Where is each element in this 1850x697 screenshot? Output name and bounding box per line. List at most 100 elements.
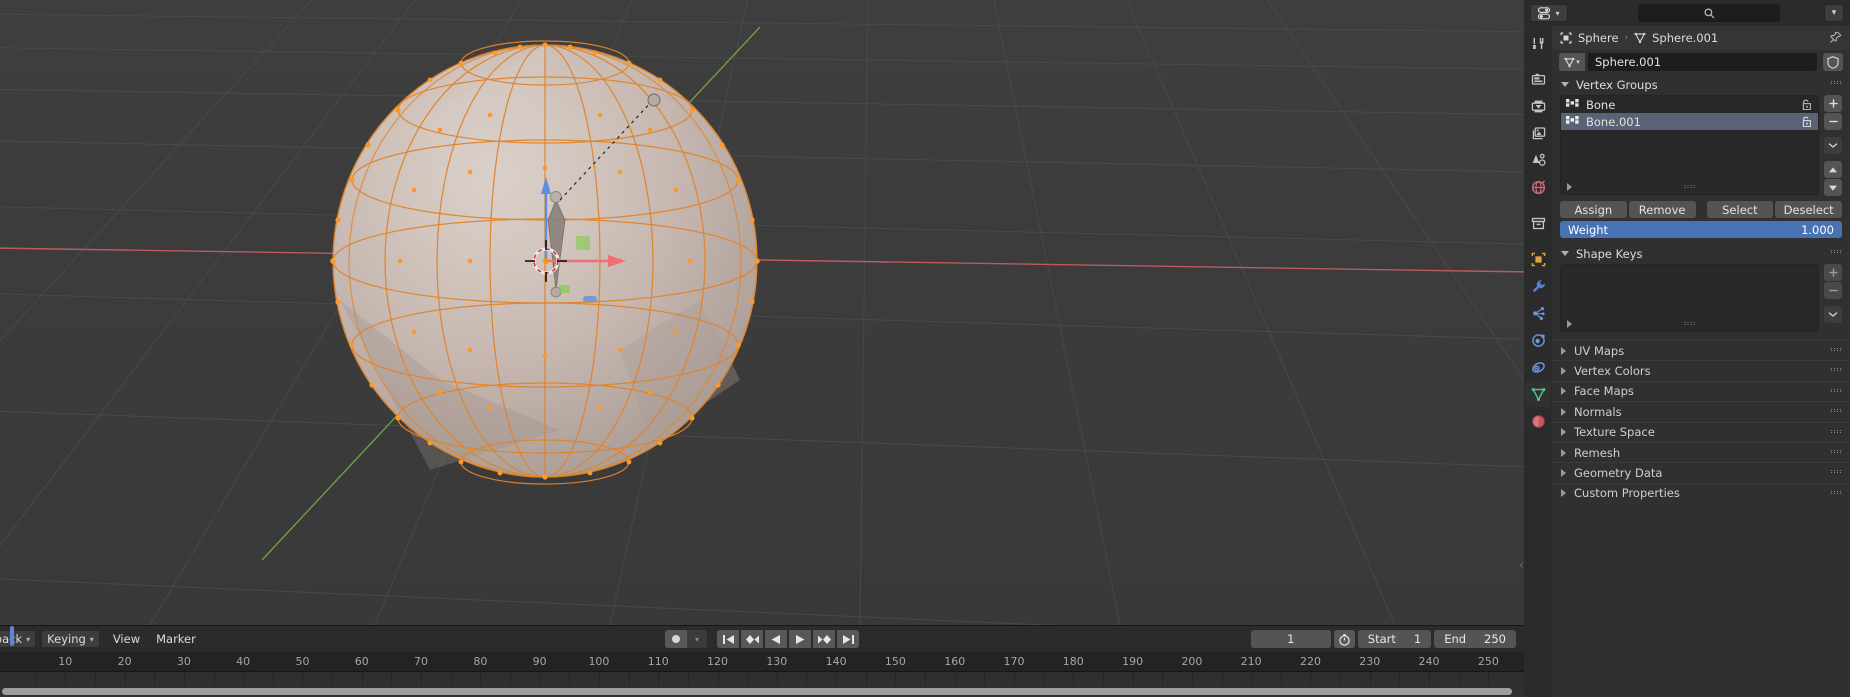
record-dot-icon[interactable]	[665, 630, 687, 648]
panel-header-geometry-data[interactable]: Geometry Data	[1552, 462, 1850, 482]
menu-marker[interactable]: Marker	[148, 632, 204, 646]
plus-icon	[1828, 268, 1838, 277]
triangle-right-icon[interactable]	[1567, 183, 1572, 191]
properties-editor: ▾ ▾ Sphere › Sphere.001 ▾ Sphere.001 Ver…	[1524, 0, 1850, 697]
triangle-down-icon	[1561, 82, 1569, 87]
timeline-playhead[interactable]	[9, 626, 14, 646]
panel-header-normals[interactable]: Normals	[1552, 401, 1850, 421]
vertex-group-row-1[interactable]: Bone.001	[1561, 113, 1818, 130]
vertex-group-icon	[1566, 98, 1579, 107]
timeline-gridline	[65, 672, 67, 686]
remove-button[interactable]: Remove	[1628, 201, 1696, 218]
timeline-gridline	[302, 672, 304, 686]
shape-key-specials-button[interactable]	[1824, 306, 1842, 323]
datablock-type-button[interactable]: ▾	[1559, 53, 1585, 71]
ruler-tick-label: 150	[884, 655, 906, 668]
panel-header-vertex-colors[interactable]: Vertex Colors	[1552, 360, 1850, 380]
vertex-group-row-0[interactable]: Bone	[1561, 96, 1818, 113]
properties-options-dropdown[interactable]: ▾	[1824, 4, 1844, 22]
triangle-right-icon[interactable]	[1567, 320, 1572, 328]
jump-to-end-button[interactable]	[837, 630, 859, 648]
panel-header-remesh[interactable]: Remesh	[1552, 441, 1850, 462]
shape-keys-side-buttons	[1824, 264, 1842, 332]
tab-tool[interactable]	[1525, 30, 1551, 56]
resize-grip-icon[interactable]	[1684, 322, 1695, 323]
assign-button[interactable]: Assign	[1560, 201, 1627, 218]
jump-to-prev-keyframe-button[interactable]	[741, 630, 763, 648]
viewport-3d[interactable]	[0, 0, 1524, 625]
move-vertex-group-down-button[interactable]	[1824, 179, 1842, 196]
tab-view-layer[interactable]	[1525, 120, 1551, 146]
jump-to-start-button[interactable]	[717, 630, 739, 648]
current-frame-field[interactable]: 1	[1250, 630, 1331, 648]
panel-header-vertex-groups[interactable]: Vertex Groups	[1552, 74, 1850, 95]
use-preview-range-icon[interactable]	[1333, 630, 1355, 648]
timeline-gridline	[1458, 672, 1460, 686]
timeline-track-area[interactable]	[0, 672, 1524, 686]
jump-to-next-keyframe-button[interactable]	[813, 630, 835, 648]
tab-material[interactable]	[1525, 408, 1551, 434]
start-frame-field[interactable]: Start 1	[1357, 630, 1432, 648]
shape-keys-list[interactable]	[1560, 264, 1819, 332]
panel-title: Vertex Colors	[1574, 364, 1651, 379]
breadcrumb-object[interactable]: Sphere	[1578, 31, 1619, 45]
tab-physics[interactable]	[1525, 327, 1551, 353]
timeline-gridline	[154, 672, 156, 686]
panel-header-uv-maps[interactable]: UV Maps	[1552, 340, 1850, 360]
remove-vertex-group-button[interactable]	[1824, 113, 1842, 130]
menu-view[interactable]: View	[105, 632, 148, 646]
search-input[interactable]	[1638, 4, 1780, 22]
weight-slider[interactable]: Weight 1.000	[1560, 221, 1842, 238]
datablock-name-input[interactable]: Sphere.001	[1588, 53, 1817, 71]
tab-render[interactable]	[1525, 66, 1551, 92]
fake-user-shield-icon[interactable]	[1823, 53, 1843, 71]
sphere-mesh-object[interactable]	[0, 0, 1524, 625]
tab-modifiers[interactable]	[1525, 273, 1551, 299]
unlocked-padlock-icon[interactable]	[1800, 99, 1812, 110]
vertex-group-specials-button[interactable]	[1824, 137, 1842, 154]
breadcrumb-data[interactable]: Sphere.001	[1652, 31, 1718, 45]
panel-header-face-maps[interactable]: Face Maps	[1552, 380, 1850, 401]
chevron-down-icon[interactable]: ▾	[687, 630, 707, 648]
deselect-button[interactable]: Deselect	[1775, 201, 1842, 218]
editor-type-dropdown[interactable]: ▾	[1530, 4, 1568, 22]
play-reverse-button[interactable]	[765, 630, 787, 648]
add-shape-key-button[interactable]	[1824, 264, 1842, 281]
tab-particles[interactable]	[1525, 300, 1551, 326]
vertex-groups-list[interactable]: Bone Bone.001	[1560, 95, 1819, 195]
drag-grip-icon	[1831, 250, 1842, 251]
scrollbar-thumb[interactable]	[2, 688, 1512, 695]
triangle-right-icon	[1561, 367, 1566, 376]
panel-header-shape-keys[interactable]: Shape Keys	[1552, 243, 1850, 264]
panel-header-texture-space[interactable]: Texture Space	[1552, 421, 1850, 442]
tab-world[interactable]	[1525, 174, 1551, 200]
tab-scene[interactable]	[1525, 147, 1551, 173]
move-vertex-group-up-button[interactable]	[1824, 161, 1842, 178]
play-button[interactable]	[789, 630, 811, 648]
timeline-editor[interactable]: yback ▾ Keying ▾ View Marker ▾	[0, 625, 1524, 697]
tab-constraints[interactable]	[1525, 354, 1551, 380]
select-button[interactable]: Select	[1706, 201, 1774, 218]
timeline-horizontal-scrollbar[interactable]	[0, 686, 1524, 697]
timeline-gridline	[1488, 672, 1490, 686]
search-icon	[1704, 8, 1714, 18]
tab-object[interactable]	[1525, 246, 1551, 272]
remove-shape-key-button[interactable]	[1824, 282, 1842, 299]
drag-grip-icon	[1831, 429, 1842, 431]
tab-output[interactable]	[1525, 93, 1551, 119]
end-frame-field[interactable]: End 250	[1434, 630, 1516, 648]
tab-object-data[interactable]	[1525, 381, 1551, 407]
timeline-gridline	[124, 672, 126, 686]
add-vertex-group-button[interactable]	[1824, 95, 1842, 112]
keying-dropdown[interactable]: Keying ▾	[41, 630, 100, 648]
auto-keying-toggle[interactable]: ▾	[665, 630, 707, 648]
physics-orbit-icon	[1531, 333, 1545, 347]
timeline-ruler[interactable]: 10 20 30 40 50 60 70 80 90 100 110 120 130 140 150 160 1…	[0, 652, 1524, 672]
playback-dropdown[interactable]: yback ▾	[0, 630, 37, 648]
tab-collection[interactable]	[1525, 210, 1551, 236]
unlocked-padlock-icon[interactable]	[1800, 116, 1812, 127]
pin-icon[interactable]	[1829, 31, 1842, 44]
timeline-gridline	[687, 672, 689, 686]
panel-header-custom-properties[interactable]: Custom Properties	[1552, 482, 1850, 503]
resize-grip-icon[interactable]	[1684, 185, 1695, 186]
